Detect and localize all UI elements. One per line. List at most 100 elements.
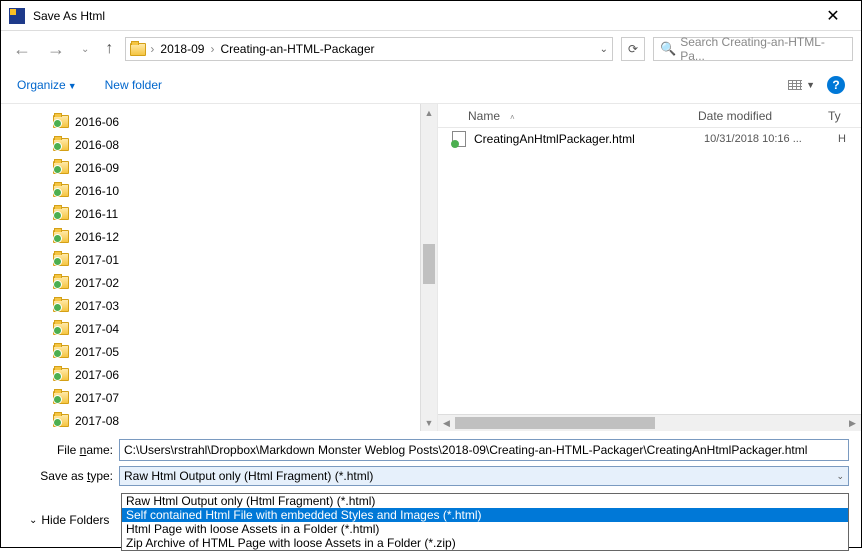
sort-indicator-icon: ˄ [510, 113, 515, 122]
hide-folders-button[interactable]: ⌄ Hide Folders [13, 503, 125, 537]
folder-label: 2016-10 [75, 184, 119, 198]
html-file-icon [452, 131, 466, 147]
breadcrumb-item[interactable]: Creating-an-HTML-Packager [218, 42, 376, 56]
tree-folder-item[interactable]: 2016-12 [1, 225, 437, 248]
organize-button[interactable]: Organize▼ [17, 78, 77, 92]
column-date[interactable]: Date modified [688, 109, 818, 123]
window-title: Save As Html [33, 9, 813, 23]
help-button[interactable]: ? [827, 76, 845, 94]
folder-label: 2016-06 [75, 115, 119, 129]
tree-folder-item[interactable]: 2016-11 [1, 202, 437, 225]
folder-icon [53, 161, 69, 174]
column-name[interactable]: Name˄ [438, 109, 688, 123]
folder-label: 2017-04 [75, 322, 119, 336]
up-button[interactable]: ↑ [101, 40, 117, 58]
view-options-button[interactable]: ▼ [788, 80, 815, 90]
savetype-combo[interactable]: Raw Html Output only (Html Fragment) (*.… [119, 466, 849, 486]
address-dropdown[interactable]: ⌄ [600, 44, 608, 55]
folder-icon [53, 184, 69, 197]
folder-label: 2016-11 [75, 207, 118, 221]
folder-icon [53, 115, 69, 128]
main-area: 2016-06 2016-08 2016-09 2016-10 2016-11 2016-… [1, 103, 861, 431]
folder-label: 2017-08 [75, 414, 119, 428]
file-name: CreatingAnHtmlPackager.html [474, 132, 696, 146]
app-icon [9, 8, 25, 24]
back-button[interactable]: ← [9, 39, 35, 60]
folder-label: 2017-06 [75, 368, 119, 382]
tree-folder-item[interactable]: 2017-03 [1, 294, 437, 317]
tree-folder-item[interactable]: 2017-01 [1, 248, 437, 271]
tree-folder-item[interactable]: 2017-04 [1, 317, 437, 340]
dropdown-option[interactable]: Html Page with loose Assets in a Folder … [122, 522, 848, 536]
folder-icon [53, 138, 69, 151]
search-icon: 🔍 [660, 41, 676, 57]
new-folder-button[interactable]: New folder [105, 78, 162, 92]
scroll-right-arrow[interactable]: ▶ [844, 415, 861, 432]
folder-label: 2017-05 [75, 345, 119, 359]
refresh-button[interactable]: ⟳ [621, 37, 645, 61]
tree-folder-item[interactable]: 2016-09 [1, 156, 437, 179]
folder-icon [53, 207, 69, 220]
folder-icon [53, 299, 69, 312]
address-bar[interactable]: › 2018-09 › Creating-an-HTML-Packager ⌄ [125, 37, 613, 61]
folder-label: 2017-07 [75, 391, 119, 405]
toolbar: Organize▼ New folder ▼ ? [1, 67, 861, 103]
folder-icon [53, 368, 69, 381]
folder-label: 2017-02 [75, 276, 119, 290]
horizontal-scrollbar[interactable]: ◀ ▶ [438, 414, 861, 431]
caret-down-icon: ⌄ [836, 471, 844, 482]
folder-icon [53, 414, 69, 427]
savetype-dropdown: Raw Html Output only (Html Fragment) (*.… [121, 493, 849, 551]
folder-icon [53, 345, 69, 358]
column-headers: Name˄ Date modified Ty [438, 104, 861, 128]
tree-folder-item[interactable]: 2017-07 [1, 386, 437, 409]
tree-folder-item[interactable]: 2016-08 [1, 133, 437, 156]
folder-icon [53, 230, 69, 243]
folder-tree: 2016-06 2016-08 2016-09 2016-10 2016-11 2016-… [1, 104, 437, 431]
column-type[interactable]: Ty [818, 109, 861, 123]
savetype-label: Save as type: [13, 469, 113, 483]
tree-folder-item[interactable]: 2017-05 [1, 340, 437, 363]
recent-dropdown[interactable]: ⌄ [77, 44, 93, 55]
folder-icon [53, 276, 69, 289]
folder-icon [53, 391, 69, 404]
file-type: H [838, 133, 846, 145]
folder-icon [130, 43, 146, 56]
scroll-left-arrow[interactable]: ◀ [438, 415, 455, 432]
nav-bar: ← → ⌄ ↑ › 2018-09 › Creating-an-HTML-Pac… [1, 31, 861, 67]
folder-label: 2016-09 [75, 161, 119, 175]
tree-folder-item[interactable]: 2017-02 [1, 271, 437, 294]
chevron-right-icon: › [150, 42, 154, 56]
scroll-thumb[interactable] [423, 244, 435, 284]
scroll-thumb[interactable] [455, 417, 655, 429]
filename-input[interactable] [119, 439, 849, 461]
search-box[interactable]: 🔍 Search Creating-an-HTML-Pa... [653, 37, 853, 61]
chevron-right-icon: › [210, 42, 214, 56]
scroll-up-arrow[interactable]: ▲ [421, 104, 437, 121]
tree-scrollbar[interactable]: ▲ ▼ [420, 104, 437, 431]
scroll-down-arrow[interactable]: ▼ [421, 414, 437, 431]
forward-button[interactable]: → [43, 39, 69, 60]
folder-label: 2016-08 [75, 138, 119, 152]
filename-label: File name: [13, 443, 113, 457]
folder-label: 2017-03 [75, 299, 119, 313]
tree-folder-item[interactable]: 2016-10 [1, 179, 437, 202]
dropdown-option[interactable]: Self contained Html File with embedded S… [122, 508, 848, 522]
tree-folder-item[interactable]: 2016-06 [1, 110, 437, 133]
title-bar: Save As Html ✕ [1, 1, 861, 31]
caret-down-icon: ▼ [806, 80, 815, 90]
view-grid-icon [788, 80, 802, 90]
breadcrumb-item[interactable]: 2018-09 [158, 42, 206, 56]
caret-down-icon: ▼ [68, 81, 77, 91]
folder-label: 2017-01 [75, 253, 119, 267]
bottom-panel: File name: Save as type: Raw Html Output… [1, 431, 861, 489]
chevron-down-icon: ⌄ [29, 515, 37, 526]
folder-icon [53, 322, 69, 335]
dropdown-option[interactable]: Raw Html Output only (Html Fragment) (*.… [122, 494, 848, 508]
tree-folder-item[interactable]: 2017-08 [1, 409, 437, 431]
file-row[interactable]: CreatingAnHtmlPackager.html10/31/2018 10… [438, 128, 861, 150]
file-list-pane: Name˄ Date modified Ty CreatingAnHtmlPac… [437, 104, 861, 431]
tree-folder-item[interactable]: 2017-06 [1, 363, 437, 386]
folder-label: 2016-12 [75, 230, 119, 244]
close-button[interactable]: ✕ [813, 6, 853, 26]
